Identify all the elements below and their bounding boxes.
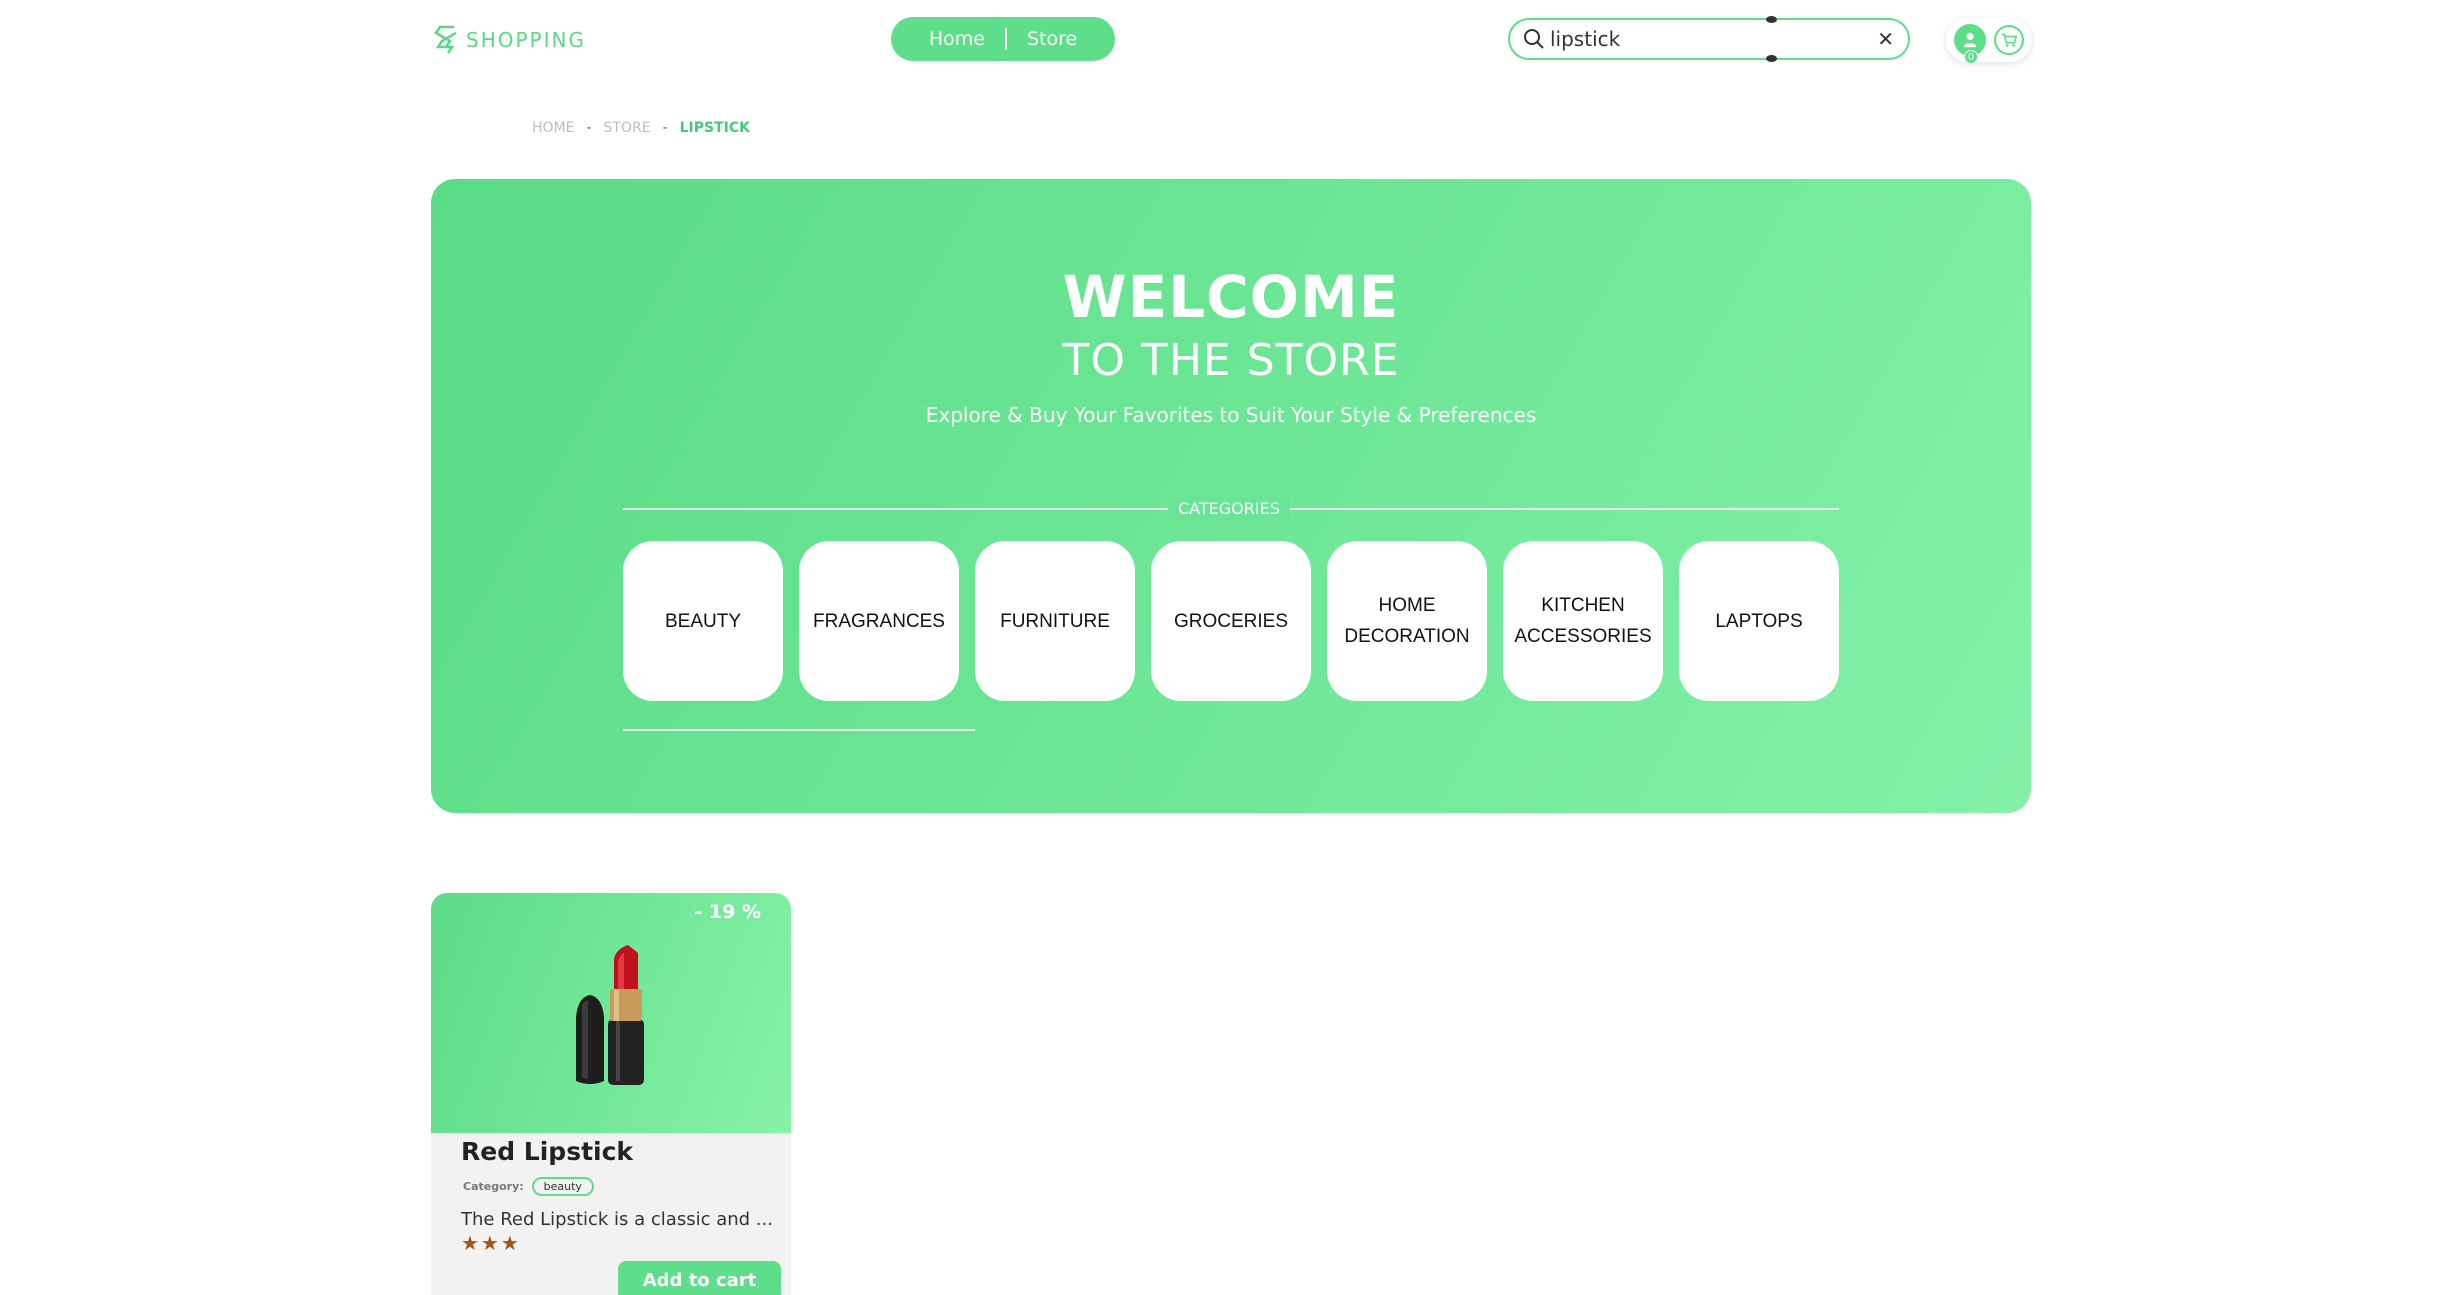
category-laptops[interactable]: LAPTOPS <box>1679 541 1839 701</box>
logo[interactable]: SHOPPING <box>432 20 586 60</box>
search-icon[interactable] <box>1522 27 1546 51</box>
category-beauty[interactable]: BEAUTY <box>623 541 783 701</box>
breadcrumb-separator: - <box>586 120 592 136</box>
category-tag[interactable]: beauty <box>531 1177 594 1196</box>
logo-s-icon <box>434 25 457 54</box>
cart-button[interactable] <box>1994 25 2024 55</box>
categories-list: BEAUTY FRAGRANCES FURNITURE GROCERIES HO… <box>623 541 1839 701</box>
category-furniture[interactable]: FURNITURE <box>975 541 1135 701</box>
add-to-cart-button[interactable]: Add to cart <box>618 1261 781 1295</box>
discount-badge: - 19 % <box>694 901 761 923</box>
categories-scrollbar[interactable] <box>623 729 975 731</box>
product-description: The Red Lipstick is a classic and ... <box>461 1209 773 1230</box>
search-handle-bottom <box>1766 55 1777 62</box>
breadcrumb-home[interactable]: HOME <box>532 120 574 136</box>
search-bar: ✕ <box>1508 16 1910 62</box>
category-fragrances[interactable]: FRAGRANCES <box>799 541 959 701</box>
product-name[interactable]: Red Lipstick <box>461 1137 633 1166</box>
hero-tagline: Explore & Buy Your Favorites to Suit You… <box>925 403 1537 427</box>
search-handle-top <box>1766 16 1777 23</box>
header-actions: 0 <box>1946 18 2032 64</box>
rating-stars: ★★★ <box>461 1231 521 1255</box>
category-groceries[interactable]: GROCERIES <box>1151 541 1311 701</box>
account-button[interactable]: 0 <box>1954 24 1986 64</box>
search-input[interactable] <box>1550 27 1878 51</box>
logo-text: SHOPPING <box>466 28 586 52</box>
category-home-decoration[interactable]: HOME DECORATION <box>1327 541 1487 701</box>
hero-subtitle: TO THE STORE <box>1062 335 1400 386</box>
hero-banner: WELCOME TO THE STORE Explore & Buy Your … <box>431 179 2031 813</box>
product-card[interactable]: - 19 % Red Lipstick Category: beauty The… <box>431 893 791 1295</box>
cart-count-badge: 0 <box>1964 50 1978 64</box>
category-label: Category: <box>463 1180 524 1193</box>
main-nav: Home Store <box>891 17 1115 61</box>
breadcrumb-current: LIPSTICK <box>679 120 750 136</box>
breadcrumb-store[interactable]: STORE <box>604 120 651 136</box>
lipstick-image <box>576 945 644 1085</box>
nav-home-link[interactable]: Home <box>909 28 1005 50</box>
category-kitchen-accessories[interactable]: KITCHEN ACCESSORIES <box>1503 541 1663 701</box>
breadcrumb-separator: - <box>662 120 668 136</box>
cart-icon <box>2001 33 2018 47</box>
product-category: Category: beauty <box>463 1177 594 1196</box>
breadcrumb: HOME - STORE - LIPSTICK <box>532 120 750 136</box>
user-icon <box>1963 32 1977 48</box>
product-image-area[interactable]: - 19 % <box>431 893 791 1133</box>
hero-title: WELCOME <box>1062 263 1400 331</box>
categories-label: CATEGORIES <box>1168 497 1290 520</box>
close-icon[interactable]: ✕ <box>1877 29 1894 49</box>
nav-store-link[interactable]: Store <box>1007 28 1097 50</box>
